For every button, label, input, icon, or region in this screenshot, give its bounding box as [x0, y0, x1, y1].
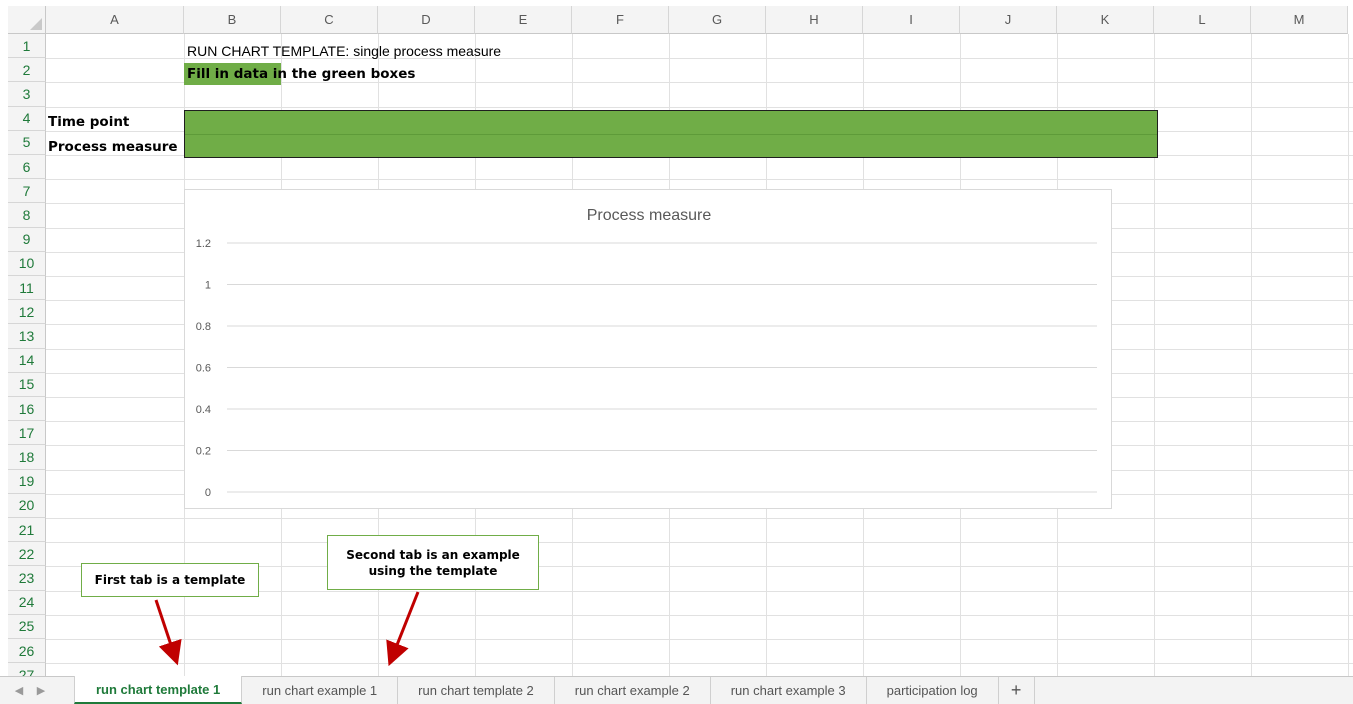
sheet-tab-run-chart-example-1[interactable]: run chart example 1: [242, 677, 399, 704]
triangle-right-icon[interactable]: ▶: [30, 677, 52, 704]
sheet-tabs: run chart template 1 run chart example 1r…: [74, 676, 999, 704]
sheet-tab-run-chart-template-2[interactable]: run chart template 2: [398, 677, 555, 704]
spreadsheet-grid[interactable]: ABCDEFGHIJKLM 1 2 3 4 5 6 7 8 9 10 11 12 13 14 15 16 17 1…: [0, 0, 1353, 676]
tab-nav: ◀ ▶: [0, 677, 74, 704]
arrow-to-second-tab: [386, 591, 420, 667]
sheet-tab-run-chart-example-3[interactable]: run chart example 3: [711, 677, 867, 704]
sheet-tab-participation-log[interactable]: participation log: [867, 677, 999, 704]
add-sheet-button[interactable]: +: [999, 677, 1035, 704]
triangle-left-icon[interactable]: ◀: [8, 677, 30, 704]
arrows-layer: [154, 591, 420, 667]
sheet-tab-bar: ◀ ▶ run chart template 1 run chart exampl…: [0, 676, 1353, 704]
sheet-tab-run-chart-template-1[interactable]: run chart template 1: [74, 676, 243, 704]
sheet-tab-run-chart-example-2[interactable]: run chart example 2: [555, 677, 711, 704]
arrow-to-first-tab: [154, 599, 182, 666]
